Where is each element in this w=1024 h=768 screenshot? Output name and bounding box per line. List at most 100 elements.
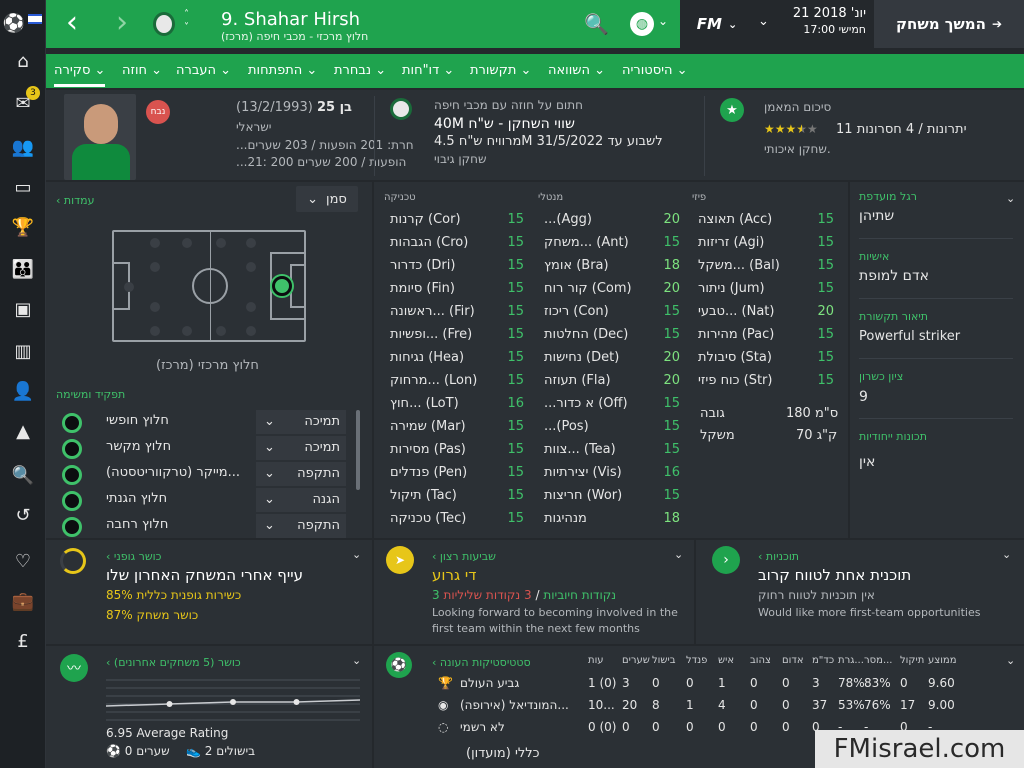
divider <box>704 96 705 176</box>
tab-transfer[interactable]: העברה ⌄ <box>176 63 231 78</box>
finances-icon[interactable]: ▥ <box>0 334 46 368</box>
stats-header[interactable]: מסר... <box>864 655 892 666</box>
club-crest-icon <box>390 98 412 120</box>
attribute-name: משקל... (Bal) <box>698 258 780 273</box>
stats-competition[interactable]: גביע העולם <box>460 676 519 690</box>
attribute-name: תעוזה (Fla) <box>544 373 611 388</box>
player-switch-arrows-icon[interactable]: ˄ ˅ <box>184 8 189 34</box>
tab-history[interactable]: היסטוריה ⌄ <box>622 63 688 78</box>
back-arrow-icon[interactable]: ‹ <box>66 8 78 38</box>
attribute-name: קרנות (Cor) <box>390 212 461 227</box>
happiness-panel: ➤ ‹ שביעות רצון ⌄ די גרוע 3 נקודות חיובי… <box>374 540 694 644</box>
stats-header[interactable]: בישול <box>652 655 676 666</box>
duty-dropdown[interactable]: ⌄ הגנה <box>256 488 346 512</box>
attribute-name: כדרור (Dri) <box>390 258 456 273</box>
training-icon[interactable]: ▲ <box>0 414 46 448</box>
transfers-icon[interactable]: ↺ <box>0 498 46 532</box>
chevron-down-icon[interactable]: ⌄ <box>352 654 361 667</box>
tab-contract[interactable]: חוזה ⌄ <box>122 63 162 78</box>
duty-dropdown[interactable]: ⌄ התקפה <box>256 514 346 538</box>
stats-title[interactable]: ‹ סטטיסטיקות העונה <box>432 656 531 669</box>
weight-value: 70 ק"ג <box>796 428 838 443</box>
stats-header[interactable]: ממוצע <box>928 655 957 666</box>
tab-overview[interactable]: סקירה ⌄ <box>54 63 106 87</box>
chevron-down-icon[interactable]: ⌄ <box>352 548 361 561</box>
briefcase-icon[interactable]: 💼 <box>0 584 46 618</box>
duty-dropdown[interactable]: ⌄ התקפה <box>256 462 346 486</box>
plans-title[interactable]: ‹ תוכניות <box>758 550 799 563</box>
stats-header[interactable]: איש <box>718 655 734 666</box>
staff-icon[interactable]: 👤 <box>0 374 46 408</box>
role-icon <box>62 517 82 537</box>
squad-icon[interactable]: 👥 <box>0 130 46 164</box>
form-title[interactable]: ‹ כושר (5 משחקים אחרונים) <box>106 656 241 669</box>
happiness-title[interactable]: ‹ שביעות רצון <box>432 550 496 563</box>
stats-competition[interactable]: לא רשמי <box>460 720 505 734</box>
attribute-name: צוות... (Tea) <box>544 442 616 457</box>
player-value: 40M שווי השחקן - ש"ח <box>434 116 575 132</box>
scouting-icon[interactable]: ▣ <box>0 292 46 326</box>
fitness-title[interactable]: ‹ כושר גופני <box>106 550 161 563</box>
stats-cell: 9.00 <box>928 698 955 712</box>
boot-icon: 👟 <box>186 744 201 758</box>
stats-header[interactable]: שערים <box>622 655 650 666</box>
continue-button[interactable]: המשך משחק ➔ <box>874 0 1024 48</box>
chevron-down-icon[interactable]: ⌄ <box>674 548 683 561</box>
chevron-down-icon[interactable]: ⌄ <box>658 14 668 28</box>
duty-dropdown[interactable]: ⌄ תמיכה <box>256 436 346 460</box>
role-row[interactable]: חלוץ חופשי ⌄ תמיכה <box>58 410 348 434</box>
date-display[interactable]: 21 יונ' 2018 17:00 חמישי <box>776 6 866 38</box>
attribute-value: 18 <box>663 258 680 273</box>
football-icon[interactable]: ⚽ <box>0 6 28 40</box>
pound-icon[interactable]: £ <box>0 624 46 658</box>
tab-development[interactable]: התפתחות ⌄ <box>248 63 317 78</box>
role-scrollbar[interactable] <box>356 410 360 490</box>
tab-national[interactable]: נבחרת ⌄ <box>334 63 386 78</box>
squad-status: שחקן גיבוי <box>434 152 487 166</box>
tab-compare[interactable]: השוואה ⌄ <box>548 63 605 78</box>
mark-dropdown[interactable]: ⌄ סמן <box>296 186 358 212</box>
chevron-down-icon[interactable]: ⌄ <box>1002 548 1011 561</box>
status-badge[interactable]: נבח <box>146 100 170 124</box>
tactics-icon[interactable]: ▭ <box>0 170 46 204</box>
positions-link[interactable]: ‹ עמדות <box>56 194 95 207</box>
stats-footer[interactable]: כללי (מועדון) <box>466 746 540 761</box>
globe-icon[interactable]: ◍ <box>630 12 654 36</box>
forward-arrow-icon[interactable]: › <box>116 8 128 38</box>
club-stats-line: ...חרת: 201 הופעות / 203 שערים <box>236 138 414 152</box>
stats-header[interactable]: כד"מ <box>812 655 834 666</box>
duty-dropdown[interactable]: ⌄ תמיכה <box>256 410 346 434</box>
attribute-value: 15 <box>507 442 524 457</box>
role-row[interactable]: מייקר (טרקווריטסטה)... ⌄ התקפה <box>58 462 348 486</box>
stats-competition[interactable]: המונדיאל (אירופה)... <box>460 698 569 712</box>
plans-desc: Would like more first-team opportunities <box>758 606 981 619</box>
happiness-headline: די גרוע <box>432 566 477 584</box>
role-row[interactable]: חלוץ מקשר ⌄ תמיכה <box>58 436 348 460</box>
stats-header[interactable]: פנדל <box>686 655 707 666</box>
tab-media[interactable]: תקשורת ⌄ <box>470 63 531 78</box>
chevron-down-icon[interactable]: ⌄ <box>1006 654 1015 667</box>
trophy-icon[interactable]: 🏆 <box>0 210 46 244</box>
club-icon[interactable]: ♡ <box>0 544 46 578</box>
role-row[interactable]: חלוץ הגנתי ⌄ הגנה <box>58 488 348 512</box>
youth-icon[interactable]: 👪 <box>0 252 46 286</box>
role-row[interactable]: חלוץ רחבה ⌄ התקפה <box>58 514 348 538</box>
tab-reports[interactable]: דו"חות ⌄ <box>402 63 454 78</box>
stats-header[interactable]: אדום <box>782 655 804 666</box>
search-icon[interactable]: 🔍 <box>584 12 609 36</box>
fitness-gauge-icon <box>60 548 86 574</box>
chevron-down-icon[interactable]: ⌄ <box>1006 192 1015 205</box>
stats-header[interactable]: עות <box>588 655 604 666</box>
stats-header[interactable]: תיקול <box>900 655 924 666</box>
stats-cell: 1 <box>718 676 726 690</box>
fm-menu-button[interactable]: FM ⌄ <box>680 0 754 48</box>
chevron-down-icon[interactable]: ⌄ <box>758 14 769 29</box>
stats-header[interactable]: גרת... <box>838 655 864 666</box>
stats-header[interactable]: צהוב <box>750 655 771 666</box>
attribute-name: קור רוח (Com) <box>544 281 632 296</box>
israel-flag-icon <box>28 14 42 24</box>
search-icon[interactable]: 🔍 <box>0 458 46 492</box>
attribute-value: 15 <box>817 281 834 296</box>
stats-cell: 0 <box>686 676 694 690</box>
home-icon[interactable]: ⌂ <box>0 44 46 78</box>
